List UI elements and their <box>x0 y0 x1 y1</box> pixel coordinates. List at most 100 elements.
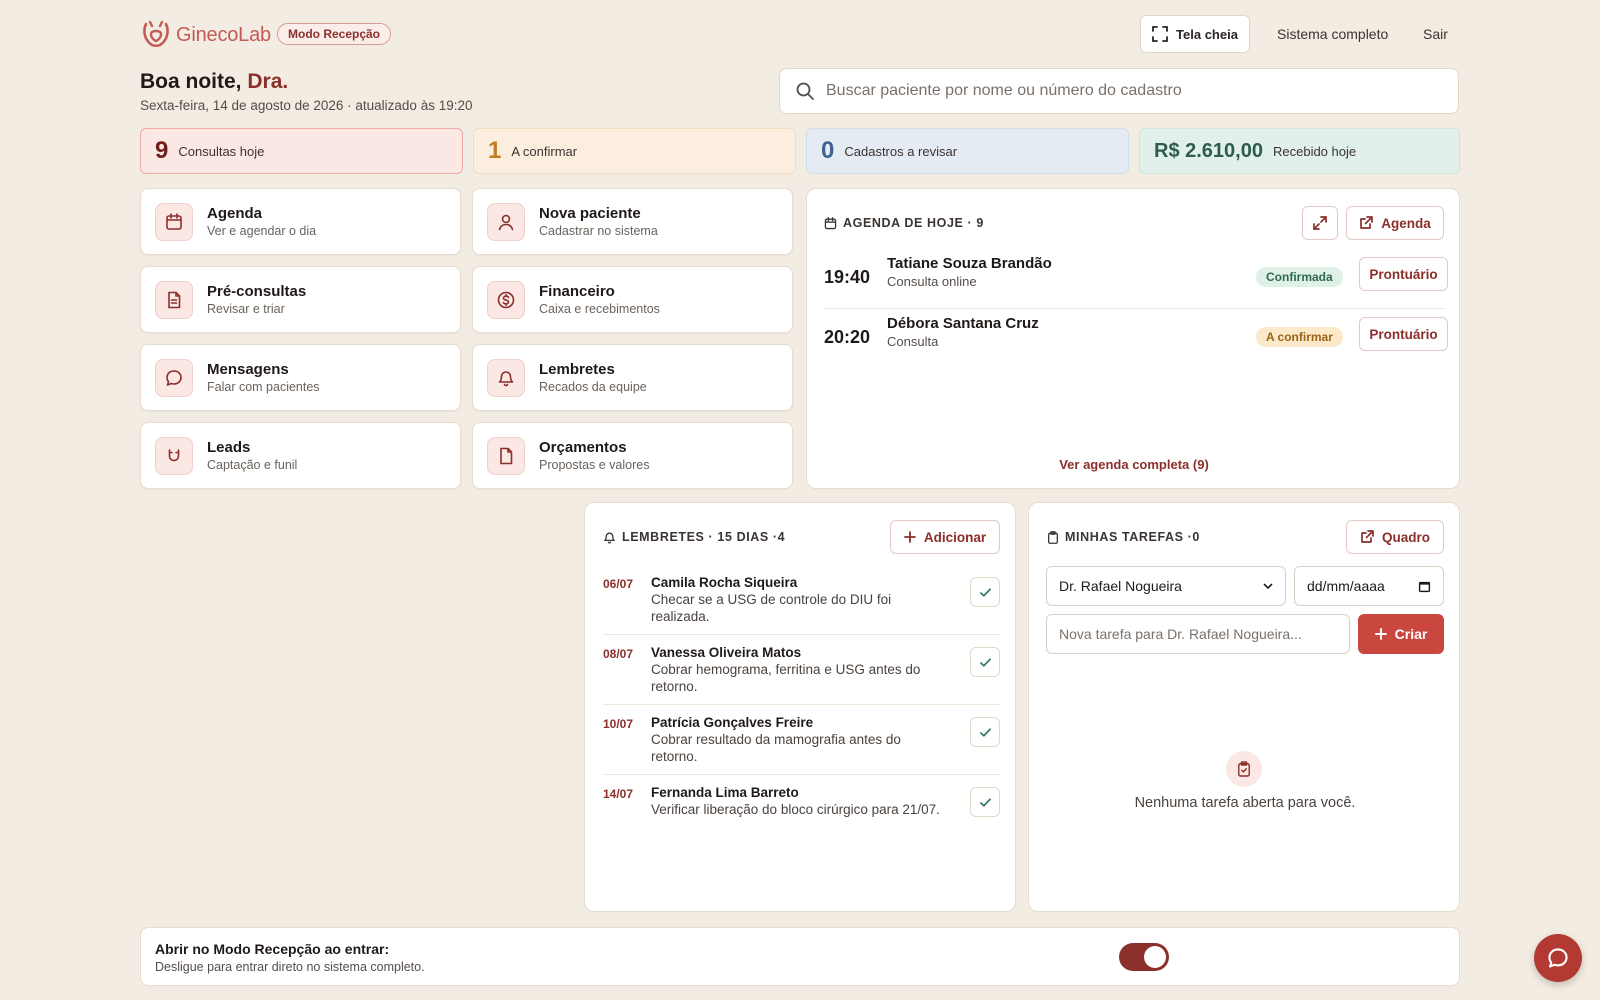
fullscreen-button[interactable]: Tela cheia <box>1140 15 1250 53</box>
agenda-title: AGENDA DE HOJE · 9 <box>824 216 984 230</box>
complete-reminder-button[interactable] <box>970 577 1000 607</box>
appointment-name: Tatiane Souza Brandão <box>887 255 1052 272</box>
stat-value: 0 <box>821 137 835 164</box>
create-task-button[interactable]: Criar <box>1358 614 1444 654</box>
stat-consultas-hoje[interactable]: 9 Consultas hoje <box>140 128 463 174</box>
stat-label: Recebido hoje <box>1272 143 1357 159</box>
prontuario-button[interactable]: Prontuário <box>1359 317 1448 351</box>
tile-subtitle: Propostas e valores <box>539 458 650 472</box>
calendar-icon <box>1418 581 1431 592</box>
reminders-title: LEMBRETES · 15 DIAS ·4 <box>603 530 785 544</box>
logo-icon <box>143 20 169 48</box>
tile-title: Agenda <box>207 205 263 222</box>
chat-fab-button[interactable] <box>1534 934 1582 982</box>
greeting: Boa noite, Dra. <box>140 70 288 94</box>
check-icon <box>979 727 991 737</box>
complete-reminder-button[interactable] <box>970 647 1000 677</box>
stat-cadastros-revisar[interactable]: 0 Cadastros a revisar <box>806 128 1129 174</box>
search-bar[interactable] <box>779 68 1459 114</box>
tile-lembretes[interactable]: Lembretes Recados da equipe <box>472 344 793 411</box>
reminder-name: Camila Rocha Siqueira <box>651 575 798 590</box>
stat-value: R$ 2.610,00 <box>1154 139 1263 162</box>
expand-icon <box>1152 26 1168 42</box>
reminder-text: Checar se a USG de controle do DIU foi r… <box>651 592 892 624</box>
greeting-name: Dra. <box>247 70 289 93</box>
add-reminder-button[interactable]: Adicionar <box>890 520 1000 554</box>
complete-reminder-button[interactable] <box>970 787 1000 817</box>
stat-value: 1 <box>488 137 502 164</box>
mode-badge: Modo Recepção <box>277 23 392 45</box>
tile-title: Nova paciente <box>539 205 641 222</box>
status-badge: Confirmada <box>1256 267 1343 287</box>
tasks-title-text: MINHAS TAREFAS ·0 <box>1065 530 1200 544</box>
status-badge: A confirmar <box>1256 327 1343 347</box>
search-input[interactable] <box>826 82 1458 100</box>
agenda-button-label: Agenda <box>1381 215 1431 231</box>
empty-clipboard-icon <box>1226 751 1262 787</box>
assignee-value: Dr. Rafael Nogueira <box>1059 578 1182 594</box>
agenda-card: AGENDA DE HOJE · 9 Agenda 19:40 Tatiane … <box>806 188 1460 489</box>
plus-icon <box>1374 628 1387 640</box>
tile-title: Orçamentos <box>539 439 627 456</box>
user-icon <box>487 202 525 241</box>
external-link-icon <box>1361 530 1374 543</box>
agenda-title-text: AGENDA DE HOJE · 9 <box>843 216 984 230</box>
stat-a-confirmar[interactable]: 1 A confirmar <box>473 128 796 174</box>
tile-nova-paciente[interactable]: Nova paciente Cadastrar no sistema <box>472 188 793 255</box>
reminder-date: 06/07 <box>603 577 634 591</box>
tasks-title: MINHAS TAREFAS ·0 <box>1047 530 1200 544</box>
due-date-input[interactable]: dd/mm/aaaa <box>1294 566 1444 606</box>
appointment-type: Consulta <box>887 334 939 349</box>
document-icon <box>155 280 193 319</box>
tile-title: Financeiro <box>539 283 615 300</box>
tile-agenda[interactable]: Agenda Ver e agendar o dia <box>140 188 461 255</box>
tile-pre-consultas[interactable]: Pré-consultas Revisar e triar <box>140 266 461 333</box>
reminders-title-text: LEMBRETES · 15 DIAS ·4 <box>622 530 786 544</box>
open-agenda-button[interactable]: Agenda <box>1346 206 1444 240</box>
stat-label: Consultas hoje <box>178 143 265 159</box>
tile-mensagens[interactable]: Mensagens Falar com pacientes <box>140 344 461 411</box>
reminder-name: Patrícia Gonçalves Freire <box>651 715 814 730</box>
tile-financeiro[interactable]: Financeiro Caixa e recebimentos <box>472 266 793 333</box>
reminder-item: 10/07 Patrícia Gonçalves Freire Cobrar r… <box>603 713 1000 775</box>
reception-mode-toggle[interactable] <box>1119 943 1169 971</box>
appointment-name: Débora Santana Cruz <box>887 315 1039 332</box>
tile-title: Mensagens <box>207 361 289 378</box>
assignee-select[interactable]: Dr. Rafael Nogueira <box>1046 566 1286 606</box>
reminder-name: Vanessa Oliveira Matos <box>651 645 802 660</box>
new-task-input[interactable]: Nova tarefa para Dr. Rafael Nogueira... <box>1046 614 1350 654</box>
reminders-card: LEMBRETES · 15 DIAS ·4 Adicionar 06/07 C… <box>584 502 1016 912</box>
complete-reminder-button[interactable] <box>970 717 1000 747</box>
chat-icon <box>1548 948 1568 968</box>
board-button[interactable]: Quadro <box>1346 520 1444 554</box>
stat-value: 9 <box>155 137 169 164</box>
appointment-type: Consulta online <box>887 274 977 289</box>
view-full-agenda-link[interactable]: Ver agenda completa (9) <box>807 457 1461 472</box>
appointment-time: 20:20 <box>824 327 871 347</box>
reminder-date: 14/07 <box>603 787 634 801</box>
appointment-row[interactable]: 19:40 Tatiane Souza Brandão Consulta onl… <box>824 255 1448 309</box>
bell-icon <box>487 358 525 397</box>
tile-leads[interactable]: Leads Captação e funil <box>140 422 461 489</box>
tile-subtitle: Falar com pacientes <box>207 380 320 394</box>
full-system-link[interactable]: Sistema completo <box>1277 26 1388 42</box>
logout-link[interactable]: Sair <box>1423 26 1448 42</box>
tile-title: Pré-consultas <box>207 283 307 300</box>
board-label: Quadro <box>1381 529 1430 545</box>
stat-label: A confirmar <box>511 143 578 159</box>
tile-orcamentos[interactable]: Orçamentos Propostas e valores <box>472 422 793 489</box>
tile-subtitle: Ver e agendar o dia <box>207 224 317 238</box>
clipboard-icon <box>1048 530 1058 544</box>
tile-subtitle: Cadastrar no sistema <box>539 224 658 238</box>
magnet-icon <box>155 436 193 475</box>
setting-subtitle: Desligue para entrar direto no sistema c… <box>155 960 425 974</box>
reminder-date: 08/07 <box>603 647 634 661</box>
stat-recebido-hoje[interactable]: R$ 2.610,00 Recebido hoje <box>1139 128 1460 174</box>
logo[interactable]: GinecoLab <box>140 20 271 50</box>
reminder-item: 14/07 Fernanda Lima Barreto Verificar li… <box>603 783 1000 829</box>
check-icon <box>979 587 991 597</box>
greeting-prefix: Boa noite, <box>140 70 242 93</box>
appointment-row[interactable]: 20:20 Débora Santana Cruz Consulta A con… <box>824 315 1448 369</box>
expand-agenda-button[interactable] <box>1302 206 1338 240</box>
prontuario-button[interactable]: Prontuário <box>1359 257 1448 291</box>
